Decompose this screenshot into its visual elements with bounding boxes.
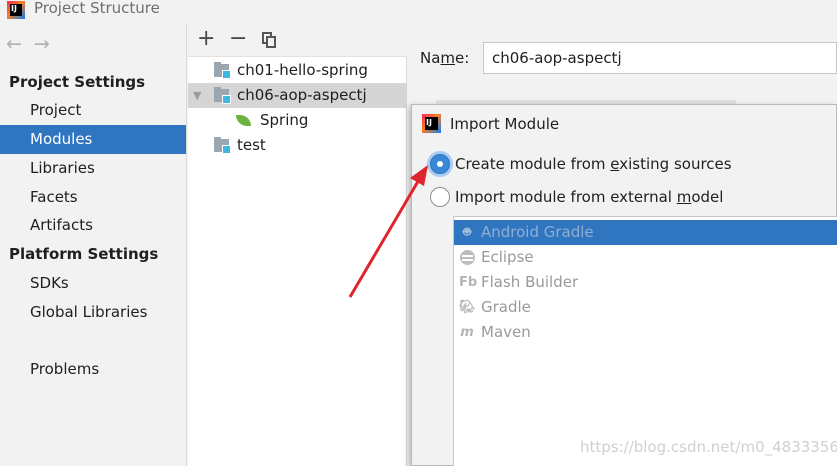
dialog-title: Import Module	[450, 115, 560, 133]
model-item-label: Gradle	[481, 298, 531, 316]
model-item-label: Flash Builder	[481, 273, 579, 291]
nav-item-facets[interactable]: Facets	[0, 183, 186, 212]
flash-builder-icon: Fb	[459, 275, 478, 290]
nav-item-problems[interactable]: Problems	[0, 355, 186, 384]
module-folder-icon	[214, 137, 231, 154]
intellij-logo-icon: IJ	[422, 114, 441, 133]
tree-toolbar: + −	[188, 23, 407, 57]
intellij-logo-icon: IJ	[7, 1, 25, 19]
title-bar: IJ Project Structure	[0, 0, 837, 23]
expand-triangle-icon[interactable]: ▼	[193, 83, 201, 108]
create-from-sources-label: Create module from existing sources	[455, 155, 732, 173]
model-item-gradle[interactable]: 🐘︎ Gradle	[454, 295, 837, 320]
tree-item-spring-facet[interactable]: Spring	[188, 108, 407, 133]
copy-icon[interactable]	[262, 32, 276, 48]
project-settings-heading: Project Settings	[9, 73, 146, 91]
module-tree-panel: + − ch01-hello-spring ▼ ch06-aop-aspectj…	[188, 23, 407, 466]
nav-item-modules[interactable]: Modules	[0, 125, 186, 154]
model-item-label: Eclipse	[481, 248, 534, 266]
module-folder-icon	[214, 62, 231, 79]
history-nav: ←→	[6, 33, 62, 55]
nav-item-global-libraries[interactable]: Global Libraries	[0, 298, 186, 327]
model-item-eclipse[interactable]: Eclipse	[454, 245, 837, 270]
tree-item-ch01-hello-spring[interactable]: ch01-hello-spring	[188, 58, 407, 83]
platform-settings-heading: Platform Settings	[9, 245, 159, 263]
nav-item-project[interactable]: Project	[0, 96, 186, 125]
tree-item-label: test	[237, 136, 266, 154]
nav-item-artifacts[interactable]: Artifacts	[0, 211, 186, 240]
radio-selected-icon[interactable]	[430, 154, 450, 174]
tree-item-label: Spring	[260, 111, 309, 129]
model-item-flash-builder[interactable]: Fb Flash Builder	[454, 270, 837, 295]
radio-unselected-icon[interactable]	[430, 187, 450, 207]
tree-item-label: ch06-aop-aspectj	[237, 86, 367, 104]
tree-item-ch06-aop-aspectj[interactable]: ▼ ch06-aop-aspectj	[188, 83, 407, 108]
window-title: Project Structure	[34, 0, 160, 17]
back-arrow-icon[interactable]: ←	[6, 33, 34, 55]
watermark: https://blog.csdn.net/m0_48333563	[580, 438, 837, 456]
gradle-elephant-icon: 🐘︎	[459, 300, 476, 315]
android-icon: 🤖︎	[463, 225, 471, 240]
spring-leaf-icon	[236, 115, 251, 126]
module-name-input[interactable]	[483, 42, 837, 74]
maven-icon: m	[460, 325, 474, 340]
settings-nav: ←→ Project Settings Project Modules Libr…	[0, 23, 187, 466]
remove-icon[interactable]: −	[229, 26, 247, 52]
nav-item-sdks[interactable]: SDKs	[0, 269, 186, 298]
model-item-label: Android Gradle	[481, 223, 594, 241]
nav-item-libraries[interactable]: Libraries	[0, 154, 186, 183]
model-item-label: Maven	[481, 323, 531, 341]
eclipse-icon	[460, 250, 475, 265]
name-label: Name:	[420, 49, 470, 67]
add-icon[interactable]: +	[197, 26, 215, 52]
import-module-dialog: IJ Import Module Create module from exis…	[411, 104, 837, 466]
tree-item-label: ch01-hello-spring	[237, 61, 368, 79]
import-external-model-label: Import module from external model	[455, 188, 724, 206]
external-model-list: 🤖︎ Android Gradle Eclipse Fb Flash Build…	[453, 216, 837, 466]
model-item-maven[interactable]: m Maven	[454, 320, 837, 345]
tree-item-test[interactable]: test	[188, 133, 407, 158]
model-item-android-gradle[interactable]: 🤖︎ Android Gradle	[454, 220, 837, 245]
module-folder-icon	[214, 87, 231, 104]
forward-arrow-icon[interactable]: →	[34, 33, 62, 55]
